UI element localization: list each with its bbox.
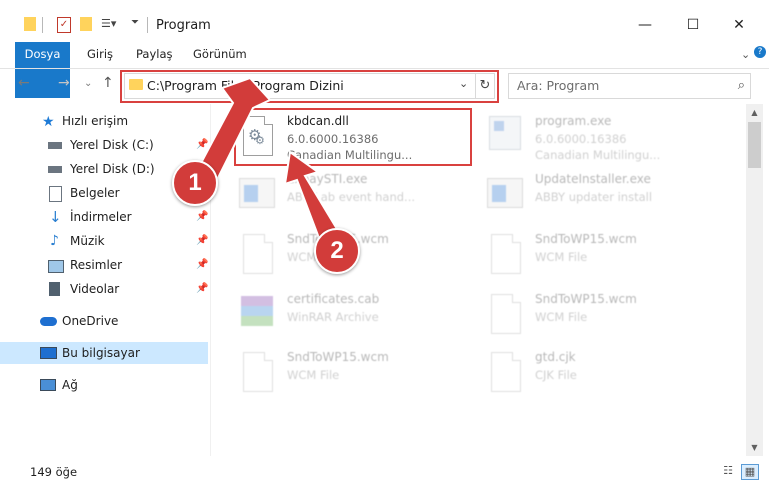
customize-toolbar-icon[interactable]: ☰▾ <box>101 17 116 33</box>
back-arrow-icon[interactable]: ← <box>18 75 30 91</box>
file-item-gtd-cjk[interactable]: gtd.cjk CJK File <box>487 348 717 404</box>
pictures-icon <box>48 260 64 273</box>
folder-icon <box>24 17 36 31</box>
winrar-icon <box>239 292 275 336</box>
chevron-down-icon[interactable]: ⏷ <box>131 17 139 33</box>
new-folder-icon[interactable] <box>80 17 92 31</box>
app-window-icon <box>239 172 275 216</box>
file-item-certificates[interactable]: certificates.cab WinRAR Archive <box>239 290 469 346</box>
drive-icon <box>48 142 62 149</box>
pin-icon[interactable]: 📌 <box>196 134 208 156</box>
search-input[interactable] <box>515 77 719 94</box>
document-icon <box>239 232 275 276</box>
step-2-badge: 2 <box>314 228 360 274</box>
address-highlight-box <box>120 70 499 103</box>
star-icon: ★ <box>42 114 55 130</box>
quick-access-separator <box>42 17 43 33</box>
file-item-program-exe[interactable]: program.exe 6.0.6000.16386 Canadian Mult… <box>487 112 717 168</box>
explorer-window: ✓ ☰▾ ⏷ Program — ☐ ✕ Dosya Giriş Paylaş … <box>0 0 769 494</box>
cloud-icon <box>40 317 57 326</box>
close-button[interactable]: ✕ <box>724 14 754 36</box>
pin-icon[interactable]: 📌 <box>196 230 208 252</box>
tab-share[interactable]: Paylaş <box>136 42 173 66</box>
sidebar-item-videos[interactable]: Videolar 📌 <box>0 278 208 300</box>
sidebar-item-pictures[interactable]: Resimler 📌 <box>0 254 208 276</box>
file-item-expaysti[interactable]: ExpaySTI.exe ABBY ab event hand... <box>239 170 469 226</box>
document-icon <box>487 232 523 276</box>
forward-arrow-icon[interactable]: → <box>58 75 70 91</box>
maximize-button[interactable]: ☐ <box>678 14 708 36</box>
search-box[interactable]: ⌕ <box>508 73 751 99</box>
drive-icon <box>48 166 62 173</box>
title-bar: ✓ ☰▾ ⏷ Program — ☐ ✕ <box>0 0 769 40</box>
help-icon[interactable]: ? <box>754 46 766 58</box>
item-count: 149 öğe <box>30 465 78 479</box>
sidebar-item-music[interactable]: ♪ Müzik 📌 <box>0 230 208 252</box>
recent-locations-icon[interactable]: ⌄ <box>84 78 92 89</box>
details-view-icon[interactable]: ☷ <box>720 464 736 478</box>
minimize-button[interactable]: — <box>630 14 660 36</box>
file-item-sndtowp15-4[interactable]: SndToWP15.wcm WCM File <box>239 348 469 404</box>
properties-icon[interactable]: ✓ <box>57 17 71 33</box>
sidebar-item-this-pc[interactable]: Bu bilgisayar <box>0 342 208 364</box>
scroll-thumb[interactable] <box>748 122 761 168</box>
ribbon-tabs: Dosya Giriş Paylaş Görünüm <box>0 42 769 98</box>
scroll-up-arrow-icon[interactable]: ▲ <box>746 104 763 121</box>
tab-view[interactable]: Görünüm <box>193 42 247 66</box>
document-icon <box>487 350 523 394</box>
file-item-updateinstaller[interactable]: UpdateInstaller.exe ABBY updater install <box>487 170 717 226</box>
app-window-icon <box>487 172 523 216</box>
expand-ribbon-icon[interactable]: ⌄ <box>741 48 750 61</box>
sidebar-item-network[interactable]: Ağ <box>0 374 208 396</box>
sidebar-item-onedrive[interactable]: OneDrive <box>0 310 208 332</box>
videos-icon <box>49 282 60 296</box>
navigation-pane: ★ Hızlı erişim Yerel Disk (C:) 📌 Yerel D… <box>0 104 210 456</box>
sidebar-item-drive-c[interactable]: Yerel Disk (C:) 📌 <box>0 134 208 156</box>
file-item-sndtowp15-3[interactable]: SndToWP15.wcm WCM File <box>487 290 717 346</box>
download-icon: ↓ <box>49 208 62 226</box>
file-item-sndtowp15-2[interactable]: SndToWP15.wcm WCM File <box>487 230 717 286</box>
large-icons-view-icon[interactable]: ▦ <box>741 464 759 480</box>
window-title: Program <box>156 18 211 33</box>
computer-icon <box>40 347 57 359</box>
sidebar-item-downloads[interactable]: ↓ İndirmeler 📌 <box>0 206 208 228</box>
pin-icon[interactable]: 📌 <box>196 254 208 276</box>
status-bar: 149 öğe ☷ ▦ <box>0 456 769 494</box>
up-arrow-icon[interactable]: ↑ <box>102 75 114 91</box>
pin-icon[interactable]: 📌 <box>196 206 208 228</box>
search-icon[interactable]: ⌕ <box>738 78 745 93</box>
step-1-badge: 1 <box>172 160 218 206</box>
document-icon <box>239 350 275 394</box>
tab-home[interactable]: Giriş <box>87 42 113 66</box>
pin-icon[interactable]: 📌 <box>196 278 208 300</box>
network-icon <box>40 379 56 391</box>
title-separator <box>147 17 148 33</box>
vertical-scrollbar[interactable]: ▲ ▼ <box>746 104 763 456</box>
documents-icon <box>49 186 62 202</box>
document-icon <box>487 292 523 336</box>
exe-icon <box>487 114 523 158</box>
music-icon: ♪ <box>50 233 59 249</box>
file-highlight-box <box>234 108 472 166</box>
sidebar-item-quick-access[interactable]: ★ Hızlı erişim <box>0 110 208 132</box>
scroll-down-arrow-icon[interactable]: ▼ <box>746 439 763 456</box>
